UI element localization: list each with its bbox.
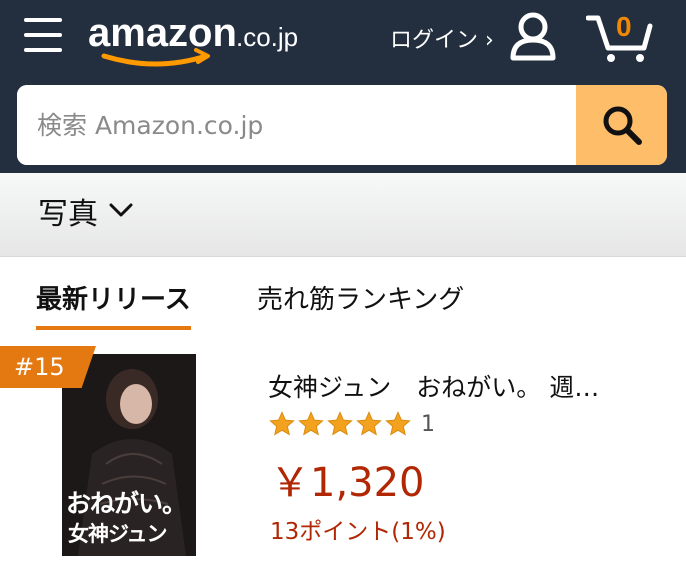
star-icon [269, 411, 295, 436]
review-count[interactable]: 1 [421, 412, 435, 437]
amazon-logo[interactable]: amazon .co.jp [86, 6, 316, 70]
star-icon [298, 411, 324, 436]
product-title[interactable]: 女神ジュン おねがい。 週… [268, 368, 648, 404]
tab-new-releases[interactable]: 最新リリース [36, 279, 191, 330]
top-header: amazon .co.jp ログイン › 0 [0, 0, 686, 173]
cover-text-line2: 女神ジュン [68, 521, 168, 546]
cover-text-line1: おねがい。 [66, 489, 187, 518]
star-icon [385, 411, 411, 436]
cart-count: 0 [616, 11, 632, 42]
user-account-icon[interactable] [508, 10, 558, 62]
search-input[interactable] [17, 85, 577, 165]
chevron-down-icon [109, 203, 133, 217]
product-price: ￥1,320 [270, 460, 425, 506]
svg-text:amazon: amazon [88, 11, 237, 55]
star-icon [327, 411, 353, 436]
search-bar [17, 85, 667, 165]
star-icon [356, 411, 382, 436]
ranking-tabs: 最新リリース 売れ筋ランキング [0, 257, 686, 330]
category-dropdown[interactable]: 写真 [38, 189, 134, 233]
search-button[interactable] [576, 85, 667, 165]
search-icon [603, 106, 642, 145]
rank-badge: #15 [0, 346, 96, 388]
login-link[interactable]: ログイン › [390, 22, 494, 54]
product-card[interactable]: #15 おねがい。 女神ジュン 女神ジュン おねがい。 週… 1 ￥1,320 … [0, 340, 686, 588]
product-points: 13ポイント(1%) [270, 519, 446, 545]
cart-icon[interactable]: 0 [585, 8, 656, 64]
hamburger-menu-icon[interactable] [24, 18, 62, 52]
svg-text:.co.jp: .co.jp [236, 22, 298, 52]
category-label: 写真 [38, 197, 98, 232]
category-bar: 写真 [0, 173, 686, 257]
star-rating[interactable]: 1 [268, 410, 435, 438]
tab-best-sellers[interactable]: 売れ筋ランキング [257, 279, 464, 316]
